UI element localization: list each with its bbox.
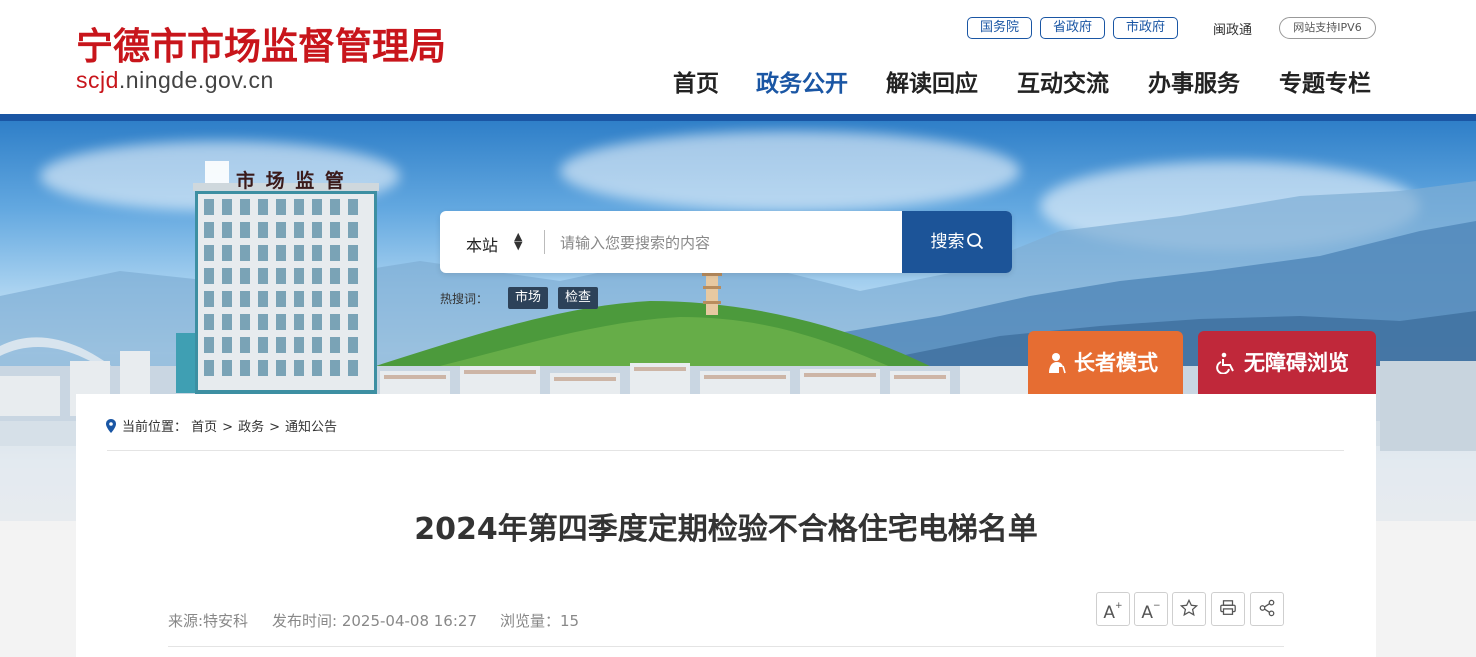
hot-word-market[interactable]: 市场 bbox=[508, 287, 549, 309]
scope-sort-arrows-icon[interactable]: ▲ ▼ bbox=[514, 231, 522, 251]
wheelchair-icon bbox=[1216, 352, 1234, 374]
breadcrumb-separator: > bbox=[222, 420, 234, 435]
search-icon bbox=[966, 233, 983, 250]
header-divider-bar bbox=[0, 114, 1476, 121]
elder-mode-label: 长者模式 bbox=[1074, 351, 1158, 375]
hot-word-inspection[interactable]: 检查 bbox=[558, 287, 599, 309]
ipv6-badge: 网站支持IPV6 bbox=[1279, 17, 1376, 39]
article-title: 2024年第四季度定期检验不合格住宅电梯名单 bbox=[414, 512, 1038, 547]
font-decrease-icon: A− bbox=[1141, 601, 1161, 623]
site-logo-title[interactable]: 宁德市市场监督管理局 bbox=[76, 16, 446, 70]
search-box: 本站 ▲▼ 搜索 bbox=[440, 211, 1012, 273]
meta-divider bbox=[168, 646, 1284, 647]
search-input[interactable] bbox=[558, 227, 892, 259]
accessible-browse-button[interactable]: 无障碍浏览 bbox=[1198, 331, 1376, 395]
banner-building-sign: 市 场 监 管 bbox=[236, 170, 346, 192]
nav-interaction[interactable]: 互动交流 bbox=[1017, 64, 1109, 98]
breadcrumb-label: 当前位置： bbox=[122, 420, 188, 435]
top-link-province[interactable]: 省政府 bbox=[1040, 17, 1105, 39]
article-publish-time: 发布时间: 2025-04-08 16:27 bbox=[272, 612, 477, 630]
favorite-button[interactable] bbox=[1172, 592, 1206, 626]
font-decrease-button[interactable]: A− bbox=[1134, 592, 1168, 626]
article-container: 当前位置： 首页 > 政务 > 通知公告 2024年第四季度定期检验不合格住宅电梯名单 … bbox=[76, 394, 1376, 657]
nav-government-affairs[interactable]: 政务公开 bbox=[756, 64, 848, 98]
top-link-minzhengtong[interactable]: 闽政通 bbox=[1213, 19, 1252, 38]
site-logo-url-domain: .ningde.gov.cn bbox=[118, 67, 274, 93]
location-pin-icon bbox=[106, 419, 116, 433]
nav-interpretation[interactable]: 解读回应 bbox=[886, 64, 978, 98]
accessible-browse-label: 无障碍浏览 bbox=[1244, 351, 1349, 375]
article-view-count: 浏览量：15 bbox=[500, 612, 580, 630]
breadcrumb-affairs[interactable]: 政务 bbox=[238, 420, 264, 435]
site-header: 宁德市市场监督管理局 scjd.ningde.gov.cn 国务院 省政府 市政… bbox=[0, 0, 1476, 114]
share-icon bbox=[1259, 599, 1275, 617]
elder-mode-button[interactable]: 长者模式 bbox=[1028, 331, 1183, 395]
breadcrumb-home[interactable]: 首页 bbox=[191, 420, 217, 435]
breadcrumb-notices[interactable]: 通知公告 bbox=[285, 420, 337, 435]
top-link-state-council[interactable]: 国务院 bbox=[967, 17, 1032, 39]
top-link-city[interactable]: 市政府 bbox=[1113, 17, 1178, 39]
breadcrumb-divider bbox=[107, 450, 1344, 451]
search-divider bbox=[544, 230, 545, 254]
nav-home[interactable]: 首页 bbox=[673, 64, 719, 98]
search-button-label: 搜索 bbox=[930, 232, 965, 252]
site-logo-url-prefix: scjd bbox=[76, 67, 119, 93]
font-increase-button[interactable]: A+ bbox=[1096, 592, 1130, 626]
search-scope-select[interactable]: 本站 bbox=[466, 232, 498, 256]
elder-person-icon bbox=[1049, 353, 1066, 374]
site-logo-url: scjd.ningde.gov.cn bbox=[76, 67, 274, 94]
print-button[interactable] bbox=[1211, 592, 1245, 626]
print-icon bbox=[1220, 600, 1236, 615]
nav-topics[interactable]: 专题专栏 bbox=[1279, 64, 1371, 98]
article-source: 来源:特安科 bbox=[168, 612, 249, 630]
nav-services[interactable]: 办事服务 bbox=[1148, 64, 1240, 98]
breadcrumb-separator: > bbox=[269, 420, 280, 435]
star-icon bbox=[1179, 598, 1199, 617]
font-increase-icon: A+ bbox=[1103, 601, 1123, 623]
breadcrumb: 当前位置： 首页 > 政务 > 通知公告 bbox=[106, 416, 337, 435]
hot-search-label: 热搜词： bbox=[440, 292, 489, 306]
search-button[interactable]: 搜索 bbox=[902, 211, 1012, 273]
share-button[interactable] bbox=[1250, 592, 1284, 626]
